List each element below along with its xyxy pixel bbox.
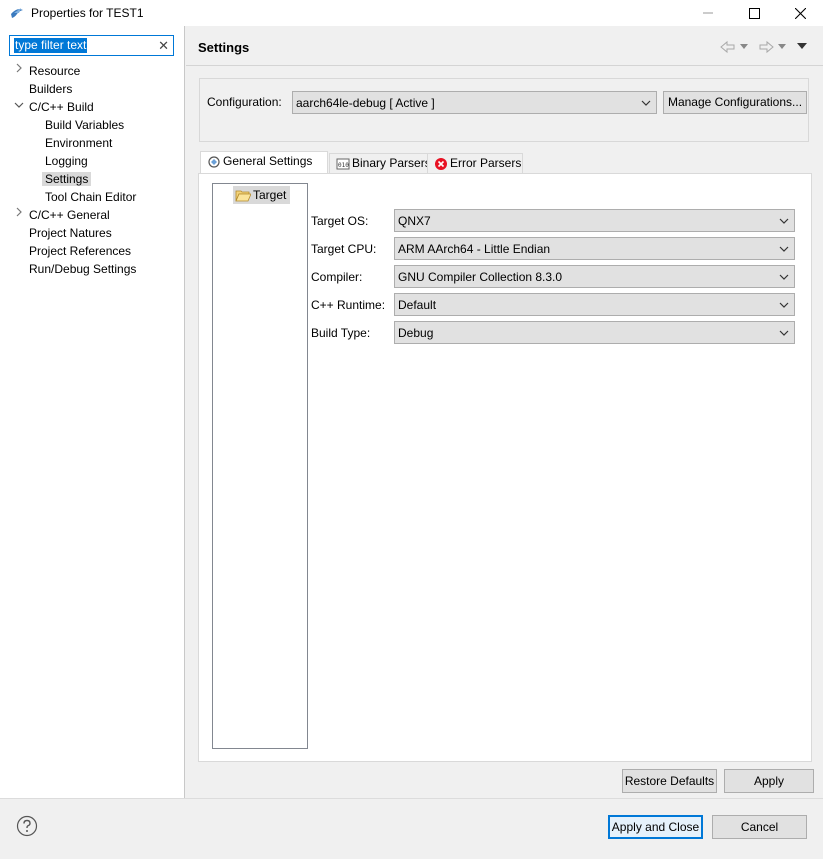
general-settings-icon bbox=[208, 156, 220, 168]
chevron-down-icon bbox=[779, 302, 789, 308]
target-node-label: Target bbox=[253, 188, 287, 202]
cpp-runtime-label: C++ Runtime: bbox=[311, 298, 386, 312]
tree-item-cpp-build[interactable]: C/C++ Build bbox=[14, 98, 94, 116]
tab-label: Binary Parsers bbox=[352, 156, 431, 170]
general-settings-panel: Target Target OS: QNX7 Target CPU: ARM A… bbox=[198, 173, 812, 762]
page-header: Settings bbox=[186, 26, 823, 66]
title-bar: Properties for TEST1 bbox=[0, 0, 823, 26]
settings-page: Settings Configuration: aarch64le-debug … bbox=[186, 26, 823, 798]
tree-item-project-references[interactable]: Project References bbox=[29, 242, 131, 260]
tree-item-resource[interactable]: Resource bbox=[16, 62, 81, 80]
tab-strip: General Settings 010 Binary Parsers Erro… bbox=[198, 151, 823, 173]
tree-item-settings[interactable]: Settings bbox=[42, 170, 92, 188]
configuration-value: aarch64le-debug [ Active ] bbox=[296, 96, 435, 110]
filter-field[interactable]: type filter text ✕ bbox=[9, 35, 174, 56]
close-button[interactable] bbox=[777, 0, 823, 26]
tree-item-builders[interactable]: Builders bbox=[29, 80, 72, 98]
clear-filter-icon[interactable]: ✕ bbox=[158, 38, 169, 54]
target-os-label: Target OS: bbox=[311, 214, 369, 228]
tab-label: Error Parsers bbox=[450, 156, 522, 170]
tree-item-label: Settings bbox=[42, 172, 92, 186]
tree-item-logging[interactable]: Logging bbox=[45, 152, 88, 170]
tree-item-tool-chain-editor[interactable]: Tool Chain Editor bbox=[45, 188, 136, 206]
compiler-value: GNU Compiler Collection 8.3.0 bbox=[398, 270, 563, 284]
tree-item-label: Build Variables bbox=[45, 118, 125, 132]
tab-binary-parsers[interactable]: 010 Binary Parsers bbox=[329, 153, 431, 173]
tree-item-label: Project References bbox=[29, 244, 132, 258]
target-os-value: QNX7 bbox=[398, 214, 431, 228]
forward-dropdown-icon[interactable] bbox=[778, 44, 786, 49]
back-arrow-icon[interactable] bbox=[720, 40, 736, 54]
cpp-runtime-select[interactable]: Default bbox=[394, 293, 795, 316]
target-os-select[interactable]: QNX7 bbox=[394, 209, 795, 232]
minimize-button[interactable] bbox=[685, 0, 731, 26]
target-cpu-select[interactable]: ARM AArch64 - Little Endian bbox=[394, 237, 795, 260]
tab-label: General Settings bbox=[223, 154, 313, 168]
svg-text:010: 010 bbox=[338, 162, 349, 169]
help-icon[interactable] bbox=[16, 815, 38, 837]
cpp-runtime-value: Default bbox=[398, 298, 437, 312]
tree-item-label: Tool Chain Editor bbox=[45, 190, 137, 204]
target-cpu-value: ARM AArch64 - Little Endian bbox=[398, 242, 551, 256]
configuration-select[interactable]: aarch64le-debug [ Active ] bbox=[292, 91, 657, 114]
forward-arrow-icon[interactable] bbox=[758, 40, 774, 54]
chevron-right-icon[interactable] bbox=[13, 62, 25, 80]
history-navigation bbox=[720, 39, 820, 55]
chevron-down-icon bbox=[779, 274, 789, 280]
chevron-right-icon[interactable] bbox=[13, 206, 25, 224]
configuration-label: Configuration: bbox=[207, 95, 282, 109]
maximize-icon bbox=[748, 7, 760, 19]
apply-button[interactable]: Apply bbox=[724, 769, 814, 793]
filter-input-text[interactable]: type filter text bbox=[14, 38, 88, 53]
tree-item-label: Resource bbox=[29, 64, 81, 78]
error-icon bbox=[435, 158, 447, 170]
tree-item-run-debug-settings[interactable]: Run/Debug Settings bbox=[29, 260, 136, 278]
tree-item-label: Run/Debug Settings bbox=[29, 262, 137, 276]
back-dropdown-icon[interactable] bbox=[740, 44, 748, 49]
restore-defaults-button[interactable]: Restore Defaults bbox=[622, 769, 717, 793]
compiler-label: Compiler: bbox=[311, 270, 363, 284]
window-title: Properties for TEST1 bbox=[31, 6, 144, 20]
compiler-select[interactable]: GNU Compiler Collection 8.3.0 bbox=[394, 265, 795, 288]
configuration-group: Configuration: aarch64le-debug [ Active … bbox=[199, 78, 809, 142]
tree-item-label: C/C++ Build bbox=[29, 100, 94, 114]
chevron-down-icon bbox=[779, 218, 789, 224]
tree-item-label: Builders bbox=[29, 82, 73, 96]
build-type-select[interactable]: Debug bbox=[394, 321, 795, 344]
tree-item-environment[interactable]: Environment bbox=[45, 134, 112, 152]
tree-item-label: Logging bbox=[45, 154, 88, 168]
chevron-down-icon bbox=[779, 246, 789, 252]
build-type-value: Debug bbox=[398, 326, 434, 340]
page-title: Settings bbox=[198, 40, 250, 55]
target-cpu-label: Target CPU: bbox=[311, 242, 377, 256]
tree-item-project-natures[interactable]: Project Natures bbox=[29, 224, 112, 242]
target-tree: Target bbox=[212, 183, 308, 749]
tree-item-build-variables[interactable]: Build Variables bbox=[45, 116, 124, 134]
binary-parsers-icon: 010 bbox=[336, 158, 350, 170]
tree-item-label: C/C++ General bbox=[29, 208, 110, 222]
dialog-footer: Apply and Close Cancel bbox=[0, 798, 823, 859]
cancel-button[interactable]: Cancel bbox=[712, 815, 807, 839]
navigation-pane: type filter text ✕ Resource Builders C/C… bbox=[0, 26, 185, 798]
manage-configurations-button[interactable]: Manage Configurations... bbox=[663, 91, 807, 114]
minimize-icon bbox=[703, 12, 713, 14]
target-tree-node[interactable]: Target bbox=[233, 186, 291, 204]
chevron-down-icon bbox=[779, 330, 789, 336]
tree-item-cpp-general[interactable]: C/C++ General bbox=[16, 206, 110, 224]
tab-general-settings[interactable]: General Settings bbox=[200, 151, 328, 173]
eclipse-app-icon bbox=[11, 8, 23, 18]
close-icon bbox=[794, 7, 806, 19]
tree-item-label: Environment bbox=[45, 136, 113, 150]
apply-and-close-button[interactable]: Apply and Close bbox=[608, 815, 703, 839]
tab-error-parsers[interactable]: Error Parsers bbox=[427, 153, 523, 173]
build-type-label: Build Type: bbox=[311, 326, 371, 340]
view-menu-icon[interactable] bbox=[797, 43, 807, 49]
chevron-down-icon bbox=[641, 100, 651, 106]
folder-open-icon bbox=[235, 190, 251, 202]
tree-item-label: Project Natures bbox=[29, 226, 112, 240]
maximize-button[interactable] bbox=[731, 0, 777, 26]
chevron-down-icon[interactable] bbox=[13, 98, 25, 116]
